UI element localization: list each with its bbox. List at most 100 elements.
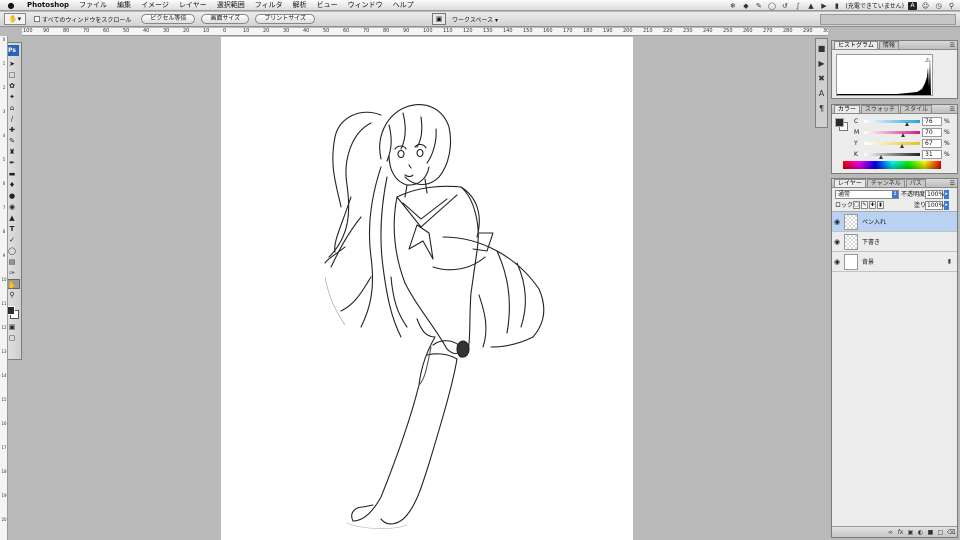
menu-layer[interactable]: レイヤー: [174, 0, 212, 10]
document-canvas[interactable]: [221, 37, 633, 540]
fill-input[interactable]: 100%: [925, 201, 944, 210]
navigator-icon[interactable]: ■: [816, 43, 827, 54]
menu-edit[interactable]: 編集: [112, 0, 136, 10]
layer-row-sketch[interactable]: ◉ 下書き: [832, 232, 957, 252]
slider-thumb[interactable]: [904, 122, 909, 126]
slider-value-input[interactable]: 76: [922, 117, 942, 126]
tools-preset-icon[interactable]: ✖: [816, 73, 827, 84]
menu-image[interactable]: イメージ: [136, 0, 174, 10]
dropbox-icon[interactable]: ◆: [741, 2, 750, 10]
menu-analysis[interactable]: 解析: [288, 0, 312, 10]
lock-transparency-icon[interactable]: □: [853, 201, 860, 209]
actual-pixels-button[interactable]: ピクセル等倍: [141, 14, 196, 24]
blend-mode-select[interactable]: 通常 ↕: [835, 190, 899, 199]
menu-file[interactable]: ファイル: [74, 0, 112, 10]
slider-thumb[interactable]: [899, 144, 904, 148]
lock-pixels-icon[interactable]: ✎: [861, 201, 868, 209]
lock-position-icon[interactable]: ✚: [869, 201, 876, 209]
slider-value-input[interactable]: 67: [922, 139, 942, 148]
menu-app-name[interactable]: Photoshop: [22, 1, 74, 9]
tab-layers[interactable]: レイヤー: [834, 179, 866, 187]
menu-view[interactable]: ビュー: [312, 0, 343, 10]
layer-row-background[interactable]: ◉ 背景 ▮: [832, 252, 957, 272]
tool-preset-picker[interactable]: ✋ ▾: [4, 13, 26, 25]
ruler-tick-label: 20: [1, 517, 7, 522]
new-group-icon[interactable]: ■: [927, 529, 934, 536]
menu-window[interactable]: ウィンドウ: [343, 0, 388, 10]
ruler-tick-label: 18: [1, 469, 7, 474]
new-layer-icon[interactable]: □: [937, 529, 944, 536]
input-method-badge[interactable]: A: [908, 1, 917, 10]
layer-mask-icon[interactable]: ▣: [907, 529, 914, 536]
tab-histogram[interactable]: ヒストグラム: [834, 41, 878, 49]
slider-track[interactable]: [864, 153, 920, 156]
ruler-horizontal[interactable]: 100 90 80 70 60 50 40 30 20 10 0 10 20 30 40 50 60 70 80 90…: [22, 28, 828, 36]
warning-icon[interactable]: ⚠: [925, 57, 930, 64]
script-icon[interactable]: ❄: [728, 2, 737, 10]
eye-icon[interactable]: ◉: [832, 258, 842, 266]
battery-status-text: (充電できていません): [845, 3, 904, 10]
panel-menu-icon[interactable]: ☰: [950, 106, 955, 113]
timemachine-icon[interactable]: ↺: [780, 2, 789, 10]
tab-swatches[interactable]: スウォッチ: [861, 105, 900, 113]
link-layers-icon[interactable]: ∞: [887, 529, 894, 536]
bridge-icon[interactable]: ▣: [432, 13, 446, 25]
menu-filter[interactable]: フィルタ: [250, 0, 288, 10]
clock-icon[interactable]: ◷: [934, 2, 943, 10]
slider-value-input[interactable]: 31: [922, 150, 942, 159]
slider-track[interactable]: [864, 142, 920, 145]
color-slider-m[interactable]: M 70%: [854, 128, 957, 139]
wifi-icon[interactable]: ▲: [806, 2, 815, 10]
slider-track[interactable]: [864, 120, 920, 123]
paragraph-icon[interactable]: ¶: [816, 103, 827, 114]
spotlight-search-icon[interactable]: ⚲: [947, 2, 956, 10]
fit-screen-button[interactable]: 画面サイズ: [201, 14, 250, 24]
workspace-menu[interactable]: ワークスペース ▾: [452, 14, 498, 25]
ruler-tick-label: 2: [2, 85, 6, 90]
apple-menu-icon[interactable]: ●: [0, 1, 22, 10]
print-size-button[interactable]: プリントサイズ: [255, 14, 316, 24]
slider-thumb[interactable]: [901, 133, 906, 137]
color-fg-swatch[interactable]: [835, 118, 844, 127]
ink-icon[interactable]: ✎: [754, 2, 763, 10]
slider-value-input[interactable]: 70: [922, 128, 942, 137]
panel-menu-icon[interactable]: ☰: [950, 180, 955, 187]
menu-select[interactable]: 選択範囲: [212, 0, 250, 10]
layer-name: 背景: [862, 259, 875, 266]
fill-arrow-icon[interactable]: ▸: [944, 201, 949, 210]
slider-track[interactable]: [864, 131, 920, 134]
scroll-all-label: すべてのウィンドウをスクロール: [42, 16, 132, 24]
menu-help[interactable]: ヘルプ: [388, 0, 419, 10]
bluetooth-icon[interactable]: ∫: [793, 2, 802, 10]
gauge-icon[interactable]: ◯: [767, 2, 776, 10]
lock-all-icon[interactable]: ▮: [877, 201, 884, 209]
layer-row-pen[interactable]: ◉ ペン入れ: [832, 212, 957, 232]
tab-color[interactable]: カラー: [834, 105, 861, 113]
tab-paths[interactable]: パス: [905, 179, 926, 187]
color-spectrum-ramp[interactable]: [843, 161, 941, 169]
tab-info[interactable]: 情報: [878, 41, 899, 49]
eye-icon[interactable]: ◉: [832, 238, 842, 246]
ruler-tick-label: 170: [563, 28, 573, 34]
opacity-input[interactable]: 100%: [925, 190, 944, 199]
opacity-arrow-icon[interactable]: ▸: [944, 190, 949, 199]
color-slider-c[interactable]: C 76%: [854, 117, 957, 128]
delete-layer-icon[interactable]: ⌫: [947, 529, 955, 536]
character-icon[interactable]: A: [816, 88, 827, 99]
battery-icon[interactable]: ▮: [832, 2, 841, 10]
panel-menu-icon[interactable]: ☰: [950, 42, 955, 49]
slider-thumb[interactable]: [879, 155, 884, 159]
layer-style-icon[interactable]: fx: [897, 529, 904, 536]
adjustment-layer-icon[interactable]: ◐: [917, 529, 924, 536]
eye-icon[interactable]: ◉: [832, 218, 842, 226]
ruler-vertical[interactable]: 0 1 2 3 4 5 6 7 8 9 10 11 12 13 14 15 16 17 18 19 20: [0, 36, 8, 540]
volume-icon[interactable]: ▶: [819, 2, 828, 10]
scroll-all-option[interactable]: すべてのウィンドウをスクロール: [34, 15, 131, 24]
scroll-all-checkbox[interactable]: [34, 16, 40, 22]
actions-icon[interactable]: ▶: [816, 58, 827, 69]
tab-styles[interactable]: スタイル: [900, 105, 933, 113]
color-slider-y[interactable]: Y 67%: [854, 139, 957, 150]
color-slider-k[interactable]: K 31%: [854, 150, 957, 161]
user-icon[interactable]: ☺: [921, 2, 930, 10]
tab-channels[interactable]: チャンネル: [866, 179, 905, 187]
